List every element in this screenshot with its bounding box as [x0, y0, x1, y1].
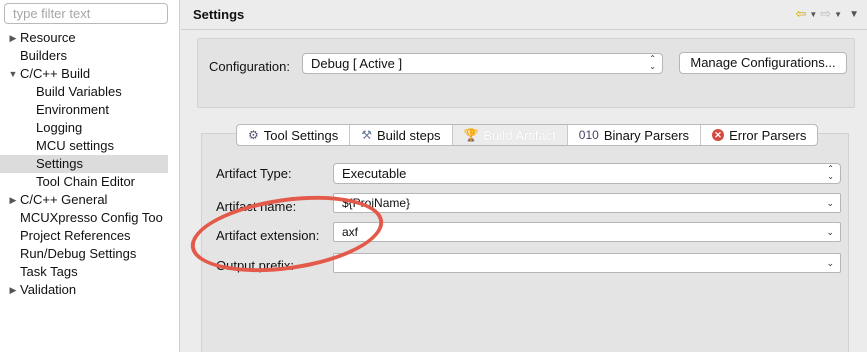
- back-arrow-icon[interactable]: ⇦: [795, 6, 806, 22]
- output-prefix-label: Output prefix:: [216, 258, 295, 273]
- history-nav: ⇦ ▼ ⇨ ▼ ▼: [795, 6, 859, 22]
- output-prefix-combo[interactable]: ⌄: [333, 253, 841, 273]
- artifact-name-label: Artifact name:: [216, 199, 297, 214]
- tab-label: Build steps: [376, 127, 441, 143]
- binary-parsers-icon: 010: [578, 128, 599, 142]
- tree-item-mcuxpresso-config-tools[interactable]: MCUXpresso Config Too: [0, 209, 180, 227]
- page-title: Settings: [193, 7, 245, 22]
- tree-item-label: Validation: [20, 282, 77, 297]
- tree-item-run-debug-settings[interactable]: Run/Debug Settings: [0, 245, 180, 263]
- tree-item-logging[interactable]: Logging: [0, 119, 180, 137]
- tree-item-label: MCUXpresso Config Too: [20, 210, 163, 225]
- configuration-label: Configuration:: [209, 59, 290, 74]
- navigation-panel: ▶ Resource Builders ▼ C/C++ Build Build …: [0, 0, 180, 352]
- tree-item-label: Resource: [20, 30, 76, 45]
- tree-item-label: Build Variables: [36, 84, 122, 99]
- tab-binary-parsers[interactable]: 010 Binary Parsers: [568, 125, 702, 145]
- updown-icon: ⌃ ⌄: [649, 54, 656, 71]
- artifact-extension-value: axf: [342, 225, 359, 239]
- tree-item-label: C/C++ General: [20, 192, 108, 207]
- expand-icon[interactable]: ▶: [8, 191, 18, 209]
- tree-item-label: Settings: [36, 156, 83, 171]
- configuration-select[interactable]: Debug [ Active ] ⌃ ⌄: [302, 53, 663, 74]
- tree-item-label: Project References: [20, 228, 131, 243]
- filter-input[interactable]: [4, 3, 168, 24]
- tree-item-project-references[interactable]: Project References: [0, 227, 180, 245]
- tree-item-environment[interactable]: Environment: [0, 101, 180, 119]
- tree-item-label: C/C++ Build: [20, 66, 91, 81]
- configuration-value: Debug [ Active ]: [311, 56, 403, 71]
- tab-build-steps[interactable]: ⚒ Build steps: [350, 125, 453, 145]
- tree-item-resource[interactable]: ▶ Resource: [0, 29, 180, 47]
- view-menu-icon[interactable]: ▼: [849, 9, 859, 20]
- tab-label: Build Artifact: [483, 127, 556, 143]
- chevron-down-icon[interactable]: ⌄: [826, 228, 834, 237]
- artifact-type-select[interactable]: Executable ⌃ ⌄: [333, 163, 841, 184]
- tree-item-label: Task Tags: [20, 264, 78, 279]
- tool-settings-icon: ⚙: [248, 128, 259, 142]
- tab-tool-settings[interactable]: ⚙ Tool Settings: [237, 125, 351, 145]
- tree-item-task-tags[interactable]: Task Tags: [0, 263, 180, 281]
- error-parsers-icon: ✕: [712, 129, 725, 141]
- tree-item-build-variables[interactable]: Build Variables: [0, 83, 180, 101]
- artifact-type-value: Executable: [342, 166, 407, 181]
- tree-item-settings[interactable]: Settings: [0, 155, 168, 173]
- build-steps-icon: ⚒: [361, 128, 372, 142]
- property-tree: ▶ Resource Builders ▼ C/C++ Build Build …: [0, 29, 180, 299]
- tree-item-label: Logging: [36, 120, 83, 135]
- forward-arrow-icon[interactable]: ⇨: [820, 6, 831, 22]
- artifact-name-value: ${ProjName}: [342, 196, 411, 210]
- artifact-type-label: Artifact Type:: [216, 166, 292, 181]
- back-dropdown-icon[interactable]: ▼: [809, 10, 817, 19]
- forward-dropdown-icon[interactable]: ▼: [834, 10, 842, 19]
- tree-item-mcu-settings[interactable]: MCU settings: [0, 137, 180, 155]
- collapse-icon[interactable]: ▼: [8, 65, 18, 83]
- tree-item-label: MCU settings: [36, 138, 115, 153]
- tab-bar: ⚙ Tool Settings ⚒ Build steps 🏆 Build Ar…: [236, 124, 819, 146]
- build-artifact-icon: 🏆: [463, 128, 479, 142]
- expand-icon[interactable]: ▶: [8, 281, 18, 299]
- tree-item-validation[interactable]: ▶ Validation: [0, 281, 180, 299]
- tab-build-artifact[interactable]: 🏆 Build Artifact: [452, 125, 568, 145]
- tree-item-cpp-build[interactable]: ▼ C/C++ Build: [0, 65, 180, 83]
- updown-icon: ⌃ ⌄: [827, 164, 834, 181]
- tree-item-label: Tool Chain Editor: [36, 174, 135, 189]
- configuration-panel: Configuration: Debug [ Active ] ⌃ ⌄ Manag…: [197, 38, 855, 108]
- chevron-down-icon[interactable]: ⌄: [826, 199, 834, 208]
- artifact-extension-combo[interactable]: axf ⌄: [333, 222, 841, 242]
- tree-item-label: Run/Debug Settings: [20, 246, 137, 261]
- tree-item-builders[interactable]: Builders: [0, 47, 180, 65]
- expand-icon[interactable]: ▶: [8, 29, 18, 47]
- page-header: Settings ⇦ ▼ ⇨ ▼ ▼: [181, 0, 867, 30]
- tree-item-cpp-general[interactable]: ▶ C/C++ General: [0, 191, 180, 209]
- artifact-extension-label: Artifact extension:: [216, 228, 320, 243]
- manage-configurations-button[interactable]: Manage Configurations...: [679, 52, 847, 74]
- tab-error-parsers[interactable]: ✕ Error Parsers: [701, 125, 817, 145]
- tab-label: Tool Settings: [263, 127, 339, 143]
- tree-item-tool-chain-editor[interactable]: Tool Chain Editor: [0, 173, 180, 191]
- chevron-down-icon[interactable]: ⌄: [826, 259, 834, 268]
- tree-item-label: Builders: [20, 48, 67, 63]
- tree-item-label: Environment: [36, 102, 109, 117]
- tab-label: Binary Parsers: [603, 127, 690, 143]
- tab-label: Error Parsers: [729, 127, 807, 143]
- artifact-name-combo[interactable]: ${ProjName} ⌄: [333, 193, 841, 213]
